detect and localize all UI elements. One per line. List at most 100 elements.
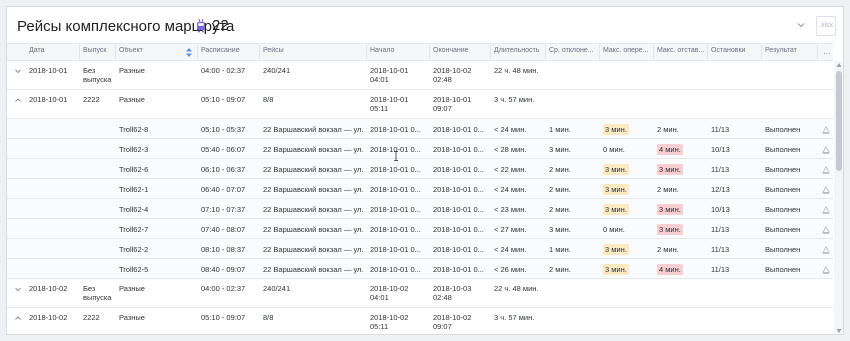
- date-cell: 2018-10-01: [29, 66, 68, 75]
- duration-cell: 22 ч. 48 мин.: [494, 66, 539, 75]
- chevron-down-icon[interactable]: [14, 67, 22, 75]
- column-divider: [259, 45, 260, 59]
- scrollbar-thumb[interactable]: [836, 71, 842, 171]
- group-row[interactable]: 2018-10-02 2222 Разные 05:10 - 09:07 8/8 2018…: [7, 308, 833, 334]
- column-divider: [490, 45, 491, 59]
- vertical-scrollbar[interactable]: [834, 61, 843, 334]
- schedule-cell: 05:10 - 05:37: [201, 125, 246, 134]
- object-cell: Troll62-7: [119, 225, 149, 234]
- text-cursor-icon: [394, 151, 398, 161]
- end-cell: 2018-10-01 0...: [433, 245, 484, 254]
- column-divider: [707, 45, 708, 59]
- chevron-up-icon[interactable]: [14, 314, 22, 322]
- max-ahead-cell: 3 мин.: [603, 124, 629, 135]
- column-divider: [366, 45, 367, 59]
- more-options-icon[interactable]: ⋯: [823, 50, 831, 58]
- scroll-up-icon[interactable]: [836, 62, 842, 68]
- schedule-cell: 05:10 - 09:07: [201, 95, 246, 104]
- trip-row[interactable]: Troll62-3 05:40 - 06:07 22 Варшавский вокз…: [7, 139, 833, 159]
- end-cell: 2018-10-01 0...: [433, 265, 484, 274]
- trip-row[interactable]: Troll62-4 07:10 - 07:37 22 Варшавский вокз…: [7, 199, 833, 219]
- group-row[interactable]: 2018-10-01 Без выпуска Разные 04:00 - 02:37…: [7, 61, 833, 90]
- duration-cell: < 23 мин.: [494, 205, 527, 214]
- column-header[interactable]: Расписание: [201, 47, 255, 54]
- date-cell: 2018-10-01: [29, 95, 68, 104]
- chevron-up-icon[interactable]: [14, 96, 22, 104]
- group-row[interactable]: 2018-10-01 2222 Разные 05:10 - 09:07 8/8 2018…: [7, 90, 833, 119]
- object-cell: Troll62-3: [119, 145, 149, 154]
- column-header[interactable]: Длительность: [494, 47, 542, 54]
- trip-row[interactable]: Troll62-5 08:40 - 09:07 22 Варшавский вокз…: [7, 259, 833, 279]
- trip-row[interactable]: Troll62-2 08:10 - 08:37 22 Варшавский вокз…: [7, 239, 833, 259]
- table-header: ⋯ Дата Выпуск Объект Расписание Рейсы Начало О…: [7, 43, 833, 61]
- start-cell: 2018-10-01 0...: [370, 125, 421, 134]
- schedule-cell: 08:10 - 08:37: [201, 245, 246, 254]
- release-cell: Без выпуска: [83, 284, 112, 302]
- column-header[interactable]: Макс. опере...: [603, 47, 651, 54]
- schedule-cell: 06:10 - 06:37: [201, 165, 246, 174]
- release-cell: Без выпуска: [83, 66, 112, 84]
- map-marker-icon[interactable]: [822, 226, 830, 234]
- column-header[interactable]: Дата: [29, 47, 75, 54]
- stops-cell: 10/13: [711, 205, 730, 214]
- column-header[interactable]: Объект: [119, 47, 185, 54]
- duration-cell: < 28 мин.: [494, 145, 527, 154]
- trips-cell: 22 Варшавский вокзал — ул...: [263, 125, 363, 134]
- result-cell: Выполнен: [765, 185, 801, 194]
- export-xlsx-button[interactable]: .xlsx: [816, 16, 836, 36]
- map-marker-icon[interactable]: [822, 166, 830, 174]
- start-cell: 2018-10-01 0...: [370, 245, 421, 254]
- map-marker-icon[interactable]: [822, 206, 830, 214]
- schedule-cell: 04:00 - 02:37: [201, 284, 246, 293]
- column-header[interactable]: Начало: [370, 47, 426, 54]
- map-marker-icon[interactable]: [822, 266, 830, 274]
- column-header[interactable]: Результат: [765, 47, 811, 54]
- avg-deviation-cell: 1 мин.: [549, 245, 571, 254]
- column-header[interactable]: Ср. отклоне...: [549, 47, 597, 54]
- trips-cell: 22 Варшавский вокзал — ул...: [263, 205, 363, 214]
- duration-cell: < 26 мин.: [494, 265, 527, 274]
- duration-cell: 3 ч. 57 мин.: [494, 95, 535, 104]
- schedule-cell: 05:40 - 06:07: [201, 145, 246, 154]
- trips-cell: 22 Варшавский вокзал — ул...: [263, 245, 363, 254]
- panel-header: Рейсы комплексного маршрута 22 .xlsx: [7, 7, 843, 43]
- schedule-cell: 07:40 - 08:07: [201, 225, 246, 234]
- date-cell: 2018-10-02: [29, 284, 68, 293]
- max-late-cell: 2 мин.: [657, 245, 679, 254]
- map-marker-icon[interactable]: [822, 126, 830, 134]
- column-header[interactable]: Рейсы: [263, 47, 359, 54]
- group-row[interactable]: 2018-10-02 Без выпуска Разные 04:00 - 02:37…: [7, 279, 833, 308]
- end-cell: 2018-10-01 0...: [433, 145, 484, 154]
- sort-icon[interactable]: [186, 48, 192, 57]
- route-trips-panel: Рейсы комплексного маршрута 22 .xlsx ⋯ Д…: [6, 6, 844, 335]
- trip-row[interactable]: Troll62-8 05:10 - 05:37 22 Варшавский вокз…: [7, 119, 833, 139]
- trips-cell: 22 Варшавский вокзал — ул...: [263, 265, 363, 274]
- max-ahead-cell: 3 мин.: [603, 164, 629, 175]
- map-marker-icon[interactable]: [822, 246, 830, 254]
- end-cell: 2018-10-02 09:07: [433, 313, 472, 331]
- duration-cell: < 27 мин.: [494, 225, 527, 234]
- chevron-down-icon[interactable]: [796, 20, 806, 30]
- stops-cell: 10/13: [711, 145, 730, 154]
- map-marker-icon[interactable]: [822, 146, 830, 154]
- max-late-cell: 2 мин.: [657, 185, 679, 194]
- object-cell: Разные: [119, 313, 145, 322]
- result-cell: Выполнен: [765, 205, 801, 214]
- end-cell: 2018-10-01 0...: [433, 185, 484, 194]
- column-header[interactable]: Окончание: [433, 47, 487, 54]
- start-cell: 2018-10-01 0...: [370, 265, 421, 274]
- column-header[interactable]: Остановки: [711, 47, 757, 54]
- scroll-down-icon[interactable]: [836, 328, 842, 334]
- table-body: 2018-10-01 Без выпуска Разные 04:00 - 02:37…: [7, 61, 833, 334]
- column-header[interactable]: Выпуск: [83, 47, 111, 54]
- column-divider: [197, 45, 198, 59]
- map-marker-icon[interactable]: [822, 186, 830, 194]
- column-header[interactable]: Макс. отстав...: [657, 47, 705, 54]
- trip-row[interactable]: Troll62-6 06:10 - 06:37 22 Варшавский вокз…: [7, 159, 833, 179]
- start-cell: 2018-10-01 04:01: [370, 66, 409, 84]
- column-divider: [115, 45, 116, 59]
- trip-row[interactable]: Troll62-1 06:40 - 07:07 22 Варшавский вокз…: [7, 179, 833, 199]
- trip-row[interactable]: Troll62-7 07:40 - 08:07 22 Варшавский вокз…: [7, 219, 833, 239]
- trips-cell: 240/241: [263, 284, 291, 293]
- chevron-down-icon[interactable]: [14, 285, 22, 293]
